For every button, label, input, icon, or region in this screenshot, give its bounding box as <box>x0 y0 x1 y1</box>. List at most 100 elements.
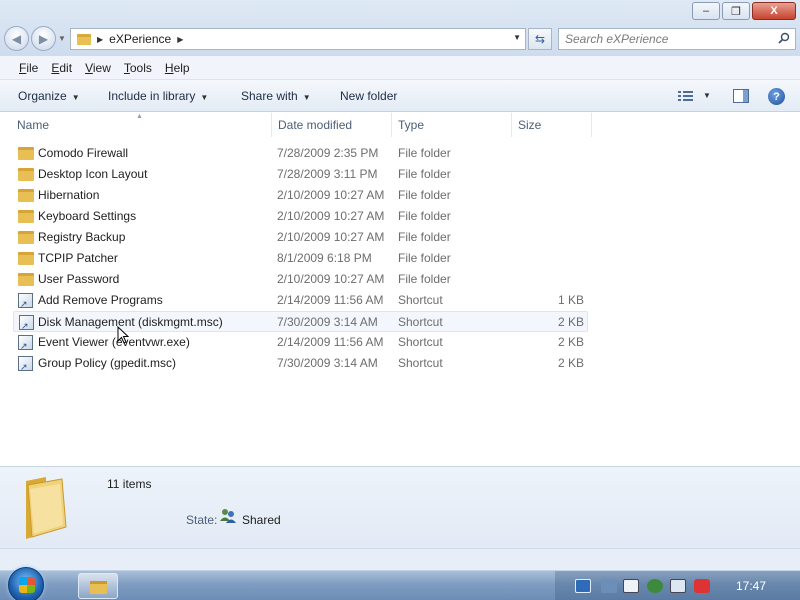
explorer-folder-icon <box>90 581 107 594</box>
file-type: Shortcut <box>398 335 443 349</box>
view-options-dropdown-icon[interactable]: ▼ <box>703 91 711 100</box>
menu-edit[interactable]: Edit <box>51 61 78 75</box>
network-icon[interactable] <box>575 579 591 593</box>
minimize-button[interactable]: – <box>692 2 720 20</box>
file-name: TCPIP Patcher <box>38 251 118 265</box>
maximize-button[interactable]: ❐ <box>722 2 750 20</box>
large-folder-icon <box>26 477 67 539</box>
search-icon[interactable] <box>778 32 790 44</box>
chevron-down-icon: ▼ <box>71 93 80 102</box>
document-icon[interactable] <box>623 579 639 593</box>
address-dropdown-icon[interactable]: ▼ <box>513 33 521 42</box>
folder-icon <box>77 33 91 45</box>
help-icon[interactable]: ? <box>768 88 785 105</box>
file-name: Hibernation <box>38 188 100 202</box>
include-in-library-button[interactable]: Include in library ▼ <box>108 89 208 103</box>
share-with-button[interactable]: Share with ▼ <box>241 89 311 103</box>
file-name: Group Policy (gpedit.msc) <box>38 356 177 370</box>
file-name: Add Remove Programs <box>38 293 163 307</box>
address-bar[interactable]: ▶ eXPerience ▶ ▼ <box>70 28 526 50</box>
search-input[interactable] <box>565 32 765 46</box>
file-date: 7/28/2009 2:35 PM <box>277 146 379 160</box>
security-shield-icon[interactable] <box>647 579 663 593</box>
file-type: File folder <box>398 251 451 265</box>
network-status-icon[interactable] <box>670 579 686 593</box>
breadcrumb-experience[interactable]: eXPerience <box>109 32 171 46</box>
column-headers: Name Date modified Type Size <box>0 113 800 137</box>
shortcut-icon <box>18 356 33 373</box>
monitor-icon[interactable] <box>601 579 617 593</box>
recent-pages-dropdown[interactable]: ▼ <box>58 34 66 43</box>
file-size: 2 KB <box>557 315 584 329</box>
file-row[interactable]: User Password 2/10/2009 10:27 AM File fo… <box>13 269 588 290</box>
forward-button[interactable]: ▶ <box>31 26 56 51</box>
file-row[interactable]: Event Viewer (eventvwr.exe) 2/14/2009 11… <box>13 332 588 353</box>
new-folder-button[interactable]: New folder <box>340 89 397 103</box>
shortcut-icon <box>19 315 34 332</box>
back-button[interactable]: ◀ <box>4 26 29 51</box>
file-date: 2/14/2009 11:56 AM <box>277 293 384 307</box>
file-type: Shortcut <box>398 293 443 307</box>
state-label: State: <box>186 513 218 527</box>
column-header-type[interactable]: Type <box>393 113 512 137</box>
file-name: Keyboard Settings <box>38 209 137 223</box>
details-pane: 11 items State: Shared <box>0 466 800 548</box>
breadcrumb-chevron-icon[interactable]: ▶ <box>97 35 103 44</box>
menu-bar: File Edit View Tools Help <box>0 56 800 80</box>
window-controls: – ❐ X <box>692 2 796 20</box>
file-row[interactable]: Hibernation 2/10/2009 10:27 AM File fold… <box>13 185 588 206</box>
file-type: File folder <box>398 188 451 202</box>
file-row[interactable]: Add Remove Programs 2/14/2009 11:56 AM S… <box>13 290 588 311</box>
file-date: 7/30/2009 3:14 AM <box>277 315 378 329</box>
file-row[interactable]: Comodo Firewall 7/28/2009 2:35 PM File f… <box>13 143 588 164</box>
menu-view[interactable]: View <box>85 61 117 75</box>
refresh-icon: ⇆ <box>534 32 546 46</box>
preview-pane-icon[interactable] <box>733 89 749 103</box>
volume-muted-icon[interactable] <box>694 579 710 593</box>
item-count: 11 items <box>107 477 152 491</box>
taskbar-explorer-button[interactable] <box>78 573 118 599</box>
column-header-date-modified[interactable]: Date modified <box>273 113 392 137</box>
start-button[interactable] <box>8 567 44 600</box>
file-type: Shortcut <box>398 315 443 329</box>
clock[interactable]: 17:47 <box>736 579 766 593</box>
change-view-icon[interactable] <box>678 90 694 102</box>
file-date: 2/10/2009 10:27 AM <box>277 209 385 223</box>
file-row[interactable]: Desktop Icon Layout 7/28/2009 3:11 PM Fi… <box>13 164 588 185</box>
new-folder-label: New folder <box>340 89 398 103</box>
file-name: Event Viewer (eventvwr.exe) <box>38 335 190 349</box>
folder-icon <box>18 189 34 202</box>
file-row[interactable]: TCPIP Patcher 8/1/2009 6:18 PM File fold… <box>13 248 588 269</box>
back-arrow-icon: ◀ <box>11 31 22 46</box>
file-type: File folder <box>398 272 451 286</box>
file-row[interactable]: Registry Backup 2/10/2009 10:27 AM File … <box>13 227 588 248</box>
file-type: File folder <box>398 230 451 244</box>
file-row-hovered[interactable]: Disk Management (diskmgmt.msc) 7/30/2009… <box>13 311 588 332</box>
refresh-button[interactable]: ⇆ <box>528 28 552 50</box>
chevron-down-icon: ▼ <box>200 93 209 102</box>
close-button[interactable]: X <box>752 2 796 20</box>
file-size: 2 KB <box>557 356 584 370</box>
organize-label: Organize <box>18 89 67 103</box>
shortcut-icon <box>18 293 33 310</box>
menu-help[interactable]: Help <box>165 61 196 75</box>
file-row[interactable]: Group Policy (gpedit.msc) 7/30/2009 3:14… <box>13 353 588 374</box>
file-name: User Password <box>38 272 120 286</box>
shared-users-icon <box>220 509 236 523</box>
search-box[interactable] <box>558 28 796 50</box>
file-type: File folder <box>398 167 451 181</box>
file-name: Registry Backup <box>38 230 126 244</box>
folder-icon <box>18 252 34 265</box>
menu-tools[interactable]: Tools <box>124 61 158 75</box>
breadcrumb-chevron-icon[interactable]: ▶ <box>177 35 183 44</box>
shortcut-icon <box>18 335 33 352</box>
organize-button[interactable]: Organize ▼ <box>18 89 80 103</box>
file-row[interactable]: Keyboard Settings 2/10/2009 10:27 AM Fil… <box>13 206 588 227</box>
folder-icon <box>18 273 34 286</box>
folder-icon <box>18 168 34 181</box>
menu-file[interactable]: File <box>19 61 44 75</box>
file-date: 2/10/2009 10:27 AM <box>277 230 385 244</box>
sort-ascending-icon: ▲ <box>136 113 143 120</box>
column-header-size[interactable]: Size <box>513 113 592 137</box>
folder-icon <box>18 210 34 223</box>
